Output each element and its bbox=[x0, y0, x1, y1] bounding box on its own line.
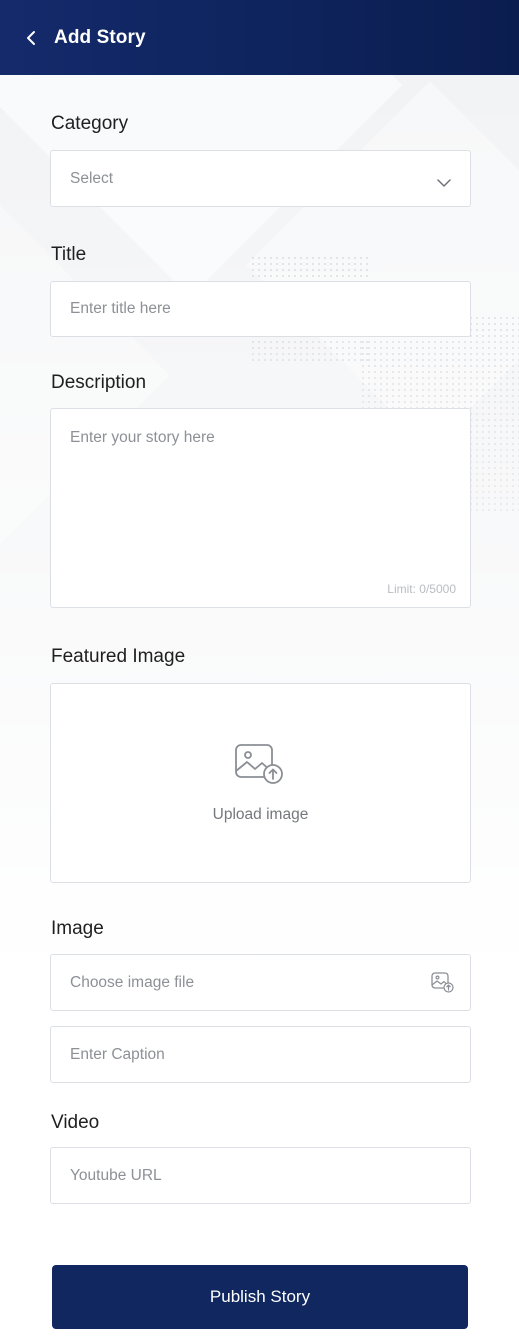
image-file-placeholder: Choose image file bbox=[70, 973, 195, 991]
featured-image-label: Featured Image bbox=[51, 646, 186, 667]
title-label: Title bbox=[51, 244, 87, 265]
title-field bbox=[50, 281, 471, 337]
page-title: Add Story bbox=[54, 26, 146, 48]
video-label: Video bbox=[51, 1112, 100, 1133]
caption-field bbox=[50, 1026, 471, 1083]
category-label: Category bbox=[51, 113, 129, 134]
featured-image-upload[interactable]: Upload image bbox=[50, 683, 471, 883]
title-input[interactable] bbox=[70, 300, 470, 318]
character-limit: Limit: 0/5000 bbox=[387, 582, 456, 596]
category-select[interactable]: Select bbox=[50, 150, 471, 207]
youtube-url-input[interactable] bbox=[70, 1166, 470, 1185]
description-label: Description bbox=[51, 372, 147, 393]
video-url-field bbox=[50, 1147, 471, 1204]
description-field: Limit: 0/5000 bbox=[50, 408, 471, 608]
caption-input[interactable] bbox=[70, 1045, 470, 1064]
chevron-left-icon[interactable] bbox=[26, 28, 40, 48]
image-label: Image bbox=[51, 918, 104, 939]
upload-image-text: Upload image bbox=[212, 805, 309, 823]
app-header: Add Story bbox=[0, 0, 519, 75]
image-file-picker[interactable]: Choose image file bbox=[50, 954, 471, 1011]
image-upload-icon bbox=[431, 971, 455, 994]
publish-story-button[interactable]: Publish Story bbox=[52, 1265, 468, 1329]
image-upload-icon bbox=[234, 743, 288, 792]
description-textarea[interactable] bbox=[70, 429, 470, 579]
category-selected-value: Select bbox=[70, 169, 114, 187]
chevron-down-icon bbox=[437, 174, 451, 187]
